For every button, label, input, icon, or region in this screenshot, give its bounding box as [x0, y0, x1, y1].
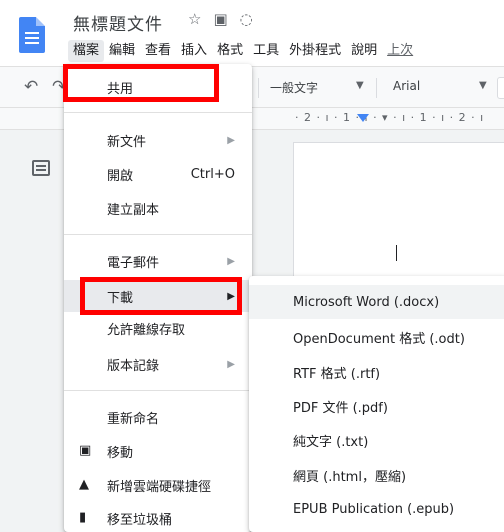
menu-view[interactable]: 查看 [140, 40, 176, 62]
paragraph-style-select[interactable]: 一般文字 [270, 79, 318, 96]
submenu-arrow-icon: ▶ [227, 290, 235, 302]
download-pdf[interactable]: PDF 文件 (.pdf) [249, 389, 504, 423]
undo-icon[interactable]: ↶ [24, 77, 38, 97]
file-menu-add-shortcut[interactable]: ▲ 新增雲端硬碟捷徑 [64, 469, 252, 501]
file-menu-download[interactable]: 下載 ▶ [64, 280, 252, 312]
file-menu-email[interactable]: 電子郵件 ▶ [64, 245, 252, 277]
star-icon[interactable]: ☆ [188, 10, 201, 28]
title-icons: ☆ ▣ ◌ [188, 10, 253, 28]
submenu-item-label: OpenDocument 格式 (.odt) [293, 331, 465, 347]
menu-format[interactable]: 格式 [212, 40, 248, 62]
submenu-item-label: 網頁 (.html，壓縮) [293, 469, 407, 485]
menu-divider [64, 234, 252, 235]
menu-item-label: 新文件 [107, 134, 147, 150]
submenu-arrow-icon: ▶ [227, 134, 235, 146]
google-docs-app: 無標題文件 ☆ ▣ ◌ 檔案 編輯 查看 插入 格式 工具 外掛程式 說明 上次… [0, 0, 504, 532]
menu-divider [64, 112, 252, 113]
indent-marker-icon[interactable] [357, 114, 369, 122]
menu-item-label: 建立副本 [107, 202, 160, 218]
menu-file[interactable]: 檔案 [68, 40, 105, 62]
menu-item-label: 開啟 [107, 168, 134, 184]
menu-item-label: 電子郵件 [107, 255, 160, 271]
file-menu-new[interactable]: 新文件 ▶ [64, 124, 252, 156]
menu-tools[interactable]: 工具 [248, 40, 284, 62]
file-menu-move[interactable]: ▣ 移動 [64, 435, 252, 467]
menu-item-label: 版本記錄 [107, 358, 160, 374]
download-txt[interactable]: 純文字 (.txt) [249, 423, 504, 457]
move-folder-icon: ▣ [79, 443, 92, 458]
menu-item-label: 移動 [107, 445, 134, 461]
menu-help[interactable]: 說明 [346, 40, 382, 62]
file-menu: 共用 新文件 ▶ 開啟 Ctrl+O 建立副本 電子郵件 ▶ 下載 ▶ 允許離線… [64, 64, 252, 532]
document-outline-icon[interactable] [32, 160, 50, 176]
submenu-arrow-icon: ▶ [227, 255, 235, 267]
submenu-item-label: PDF 文件 (.pdf) [293, 400, 388, 416]
drive-shortcut-icon: ▲ [79, 477, 89, 492]
menu-item-label: 重新命名 [107, 411, 160, 427]
download-submenu: Microsoft Word (.docx) OpenDocument 格式 (… [249, 276, 504, 532]
download-odt[interactable]: OpenDocument 格式 (.odt) [249, 320, 504, 354]
submenu-item-label: RTF 格式 (.rtf) [293, 366, 381, 382]
menu-edit[interactable]: 編輯 [104, 40, 140, 62]
ruler-ticks: · 2 · ı · 1 · ı · ▾ · ı · 1 · ı · 2 · ı [295, 111, 485, 124]
menu-item-label: 移至垃圾桶 [107, 512, 173, 528]
cloud-icon[interactable]: ◌ [240, 10, 253, 28]
menu-insert[interactable]: 插入 [176, 40, 212, 62]
menu-divider [64, 390, 252, 391]
trash-icon: ▮ [79, 510, 87, 525]
file-menu-offline[interactable]: 允許離線存取 [64, 312, 252, 344]
submenu-item-label: EPUB Publication (.epub) [293, 501, 455, 517]
file-menu-share[interactable]: 共用 [64, 71, 252, 103]
download-html[interactable]: 網頁 (.html，壓縮) [249, 458, 504, 492]
download-rtf[interactable]: RTF 格式 (.rtf) [249, 355, 504, 389]
logo-line [25, 37, 39, 39]
shortcut-label: Ctrl+O [190, 166, 235, 182]
logo-line [25, 42, 39, 44]
file-menu-copy[interactable]: 建立副本 [64, 192, 252, 224]
menu-item-label: 共用 [107, 81, 134, 97]
logo-line [25, 32, 39, 34]
text-cursor [396, 245, 397, 261]
document-title[interactable]: 無標題文件 [73, 10, 163, 35]
menu-bar: 檔案 編輯 查看 插入 格式 工具 外掛程式 說明 上次 [68, 40, 418, 62]
menu-addons[interactable]: 外掛程式 [284, 40, 346, 62]
submenu-arrow-icon: ▶ [227, 358, 235, 370]
toolbar-divider [258, 78, 259, 98]
file-menu-rename[interactable]: 重新命名 [64, 401, 252, 433]
folder-icon[interactable]: ▣ [213, 10, 227, 28]
google-docs-logo-icon[interactable] [19, 17, 45, 53]
menu-item-label: 允許離線存取 [107, 322, 186, 338]
menu-item-label: 下載 [107, 290, 134, 306]
toolbar-divider [376, 78, 377, 98]
chevron-down-icon[interactable]: ▼ [356, 80, 364, 91]
font-size-input[interactable] [497, 77, 504, 99]
download-docx[interactable]: Microsoft Word (.docx) [249, 285, 504, 319]
file-menu-trash[interactable]: ▮ 移至垃圾桶 [64, 502, 252, 532]
submenu-item-label: Microsoft Word (.docx) [293, 294, 440, 310]
logo-fold [36, 17, 45, 26]
chevron-down-icon[interactable]: ▼ [479, 80, 487, 91]
title-bar: 無標題文件 ☆ ▣ ◌ 檔案 編輯 查看 插入 格式 工具 外掛程式 說明 上次 [0, 0, 504, 66]
file-menu-open[interactable]: 開啟 Ctrl+O [64, 158, 252, 190]
font-family-select[interactable]: Arial [393, 79, 420, 93]
file-menu-version-history[interactable]: 版本記錄 ▶ [64, 348, 252, 380]
last-edit-link[interactable]: 上次 [382, 40, 418, 62]
download-epub[interactable]: EPUB Publication (.epub) [249, 492, 504, 526]
menu-item-label: 新增雲端硬碟捷徑 [107, 479, 212, 495]
submenu-item-label: 純文字 (.txt) [293, 434, 369, 450]
